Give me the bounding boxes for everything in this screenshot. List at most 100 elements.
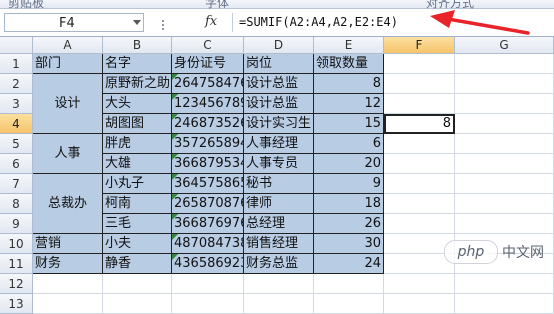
record-id-cell[interactable]: 366879534 xyxy=(172,154,244,174)
empty-cell[interactable] xyxy=(33,294,103,314)
empty-cell[interactable] xyxy=(172,274,244,294)
empty-cell[interactable] xyxy=(384,74,455,94)
row-header-10[interactable]: 10 xyxy=(0,234,33,254)
record-id-cell[interactable]: 246873526 xyxy=(172,114,244,134)
record-qty-cell[interactable]: 6 xyxy=(314,134,384,154)
record-id-cell[interactable]: 265870876 xyxy=(172,194,244,214)
header-cell[interactable]: 领取数量 xyxy=(314,54,384,74)
record-qty-cell[interactable]: 30 xyxy=(314,234,384,254)
column-header-c[interactable]: C xyxy=(172,37,244,54)
record-qty-cell[interactable]: 9 xyxy=(314,174,384,194)
record-name-cell[interactable]: 大雄 xyxy=(103,154,172,174)
row-header-1[interactable]: 1 xyxy=(0,54,33,74)
empty-cell[interactable] xyxy=(455,274,554,294)
empty-cell[interactable] xyxy=(384,174,455,194)
row-header-3[interactable]: 3 xyxy=(0,94,33,114)
dept-cell[interactable]: 营销 xyxy=(33,234,103,254)
select-all-corner[interactable] xyxy=(0,37,33,54)
header-cell[interactable]: 岗位 xyxy=(244,54,314,74)
empty-cell[interactable] xyxy=(384,154,455,174)
empty-cell[interactable] xyxy=(455,134,554,154)
row-header-9[interactable]: 9 xyxy=(0,214,33,234)
empty-cell[interactable] xyxy=(455,54,554,74)
record-post-cell[interactable]: 人事专员 xyxy=(244,154,314,174)
record-name-cell[interactable]: 胡图图 xyxy=(103,114,172,134)
row-header-12[interactable]: 12 xyxy=(0,274,33,294)
header-cell[interactable]: 身份证号 xyxy=(172,54,244,74)
column-header-f[interactable]: F xyxy=(384,37,455,54)
row-header-4[interactable]: 4 xyxy=(0,114,33,134)
row-header-7[interactable]: 7 xyxy=(0,174,33,194)
empty-cell[interactable] xyxy=(384,134,455,154)
record-id-cell[interactable]: 487084738 xyxy=(172,234,244,254)
record-id-cell[interactable]: 436586923 xyxy=(172,254,244,274)
empty-cell[interactable] xyxy=(103,274,172,294)
record-name-cell[interactable]: 大头 xyxy=(103,94,172,114)
record-id-cell[interactable]: 357265894 xyxy=(172,134,244,154)
record-name-cell[interactable]: 柯南 xyxy=(103,194,172,214)
record-name-cell[interactable]: 小夫 xyxy=(103,234,172,254)
record-name-cell[interactable]: 小丸子 xyxy=(103,174,172,194)
empty-cell[interactable] xyxy=(314,294,384,314)
record-post-cell[interactable]: 财务总监 xyxy=(244,254,314,274)
column-header-d[interactable]: D xyxy=(244,37,314,54)
empty-cell[interactable] xyxy=(455,154,554,174)
record-name-cell[interactable]: 静香 xyxy=(103,254,172,274)
active-cell-f4[interactable]: 8 xyxy=(384,114,455,134)
empty-cell[interactable] xyxy=(455,194,554,214)
row-header-2[interactable]: 2 xyxy=(0,74,33,94)
record-qty-cell[interactable]: 12 xyxy=(314,94,384,114)
dept-cell[interactable]: 设计 xyxy=(33,74,103,134)
record-qty-cell[interactable]: 26 xyxy=(314,214,384,234)
record-post-cell[interactable]: 销售经理 xyxy=(244,234,314,254)
column-header-b[interactable]: B xyxy=(103,37,172,54)
row-header-5[interactable]: 5 xyxy=(0,134,33,154)
record-post-cell[interactable]: 设计总监 xyxy=(244,74,314,94)
empty-cell[interactable] xyxy=(244,294,314,314)
record-post-cell[interactable]: 总经理 xyxy=(244,214,314,234)
dept-cell[interactable]: 人事 xyxy=(33,134,103,174)
record-post-cell[interactable]: 人事经理 xyxy=(244,134,314,154)
header-cell[interactable]: 部门 xyxy=(33,54,103,74)
column-header-e[interactable]: E xyxy=(314,37,384,54)
record-qty-cell[interactable]: 8 xyxy=(314,74,384,94)
row-header-8[interactable]: 8 xyxy=(0,194,33,214)
empty-cell[interactable] xyxy=(314,274,384,294)
record-qty-cell[interactable]: 20 xyxy=(314,154,384,174)
record-name-cell[interactable]: 原野新之助 xyxy=(103,74,172,94)
record-post-cell[interactable]: 秘书 xyxy=(244,174,314,194)
header-cell[interactable]: 名字 xyxy=(103,54,172,74)
empty-cell[interactable] xyxy=(172,294,244,314)
column-header-g[interactable]: G xyxy=(455,37,554,54)
record-post-cell[interactable]: 设计总监 xyxy=(244,94,314,114)
empty-cell[interactable] xyxy=(103,294,172,314)
empty-cell[interactable] xyxy=(384,214,455,234)
empty-cell[interactable] xyxy=(33,274,103,294)
row-header-6[interactable]: 6 xyxy=(0,154,33,174)
record-qty-cell[interactable]: 24 xyxy=(314,254,384,274)
record-id-cell[interactable]: 366876976 xyxy=(172,214,244,234)
empty-cell[interactable] xyxy=(244,274,314,294)
empty-cell[interactable] xyxy=(455,74,554,94)
dept-cell[interactable]: 总裁办 xyxy=(33,174,103,234)
empty-cell[interactable] xyxy=(384,274,455,294)
record-qty-cell[interactable]: 18 xyxy=(314,194,384,214)
empty-cell[interactable] xyxy=(455,214,554,234)
empty-cell[interactable] xyxy=(455,294,554,314)
column-header-a[interactable]: A xyxy=(33,37,103,54)
empty-cell[interactable] xyxy=(384,54,455,74)
record-name-cell[interactable]: 胖虎 xyxy=(103,134,172,154)
empty-cell[interactable] xyxy=(455,114,554,134)
record-id-cell[interactable]: 123456789 xyxy=(172,94,244,114)
record-qty-cell[interactable]: 15 xyxy=(314,114,384,134)
empty-cell[interactable] xyxy=(455,94,554,114)
empty-cell[interactable] xyxy=(455,174,554,194)
dept-cell[interactable]: 财务 xyxy=(33,254,103,274)
record-post-cell[interactable]: 律师 xyxy=(244,194,314,214)
record-id-cell[interactable]: 364575865 xyxy=(172,174,244,194)
empty-cell[interactable] xyxy=(384,194,455,214)
record-id-cell[interactable]: 264758476 xyxy=(172,74,244,94)
empty-cell[interactable] xyxy=(384,94,455,114)
row-header-11[interactable]: 11 xyxy=(0,254,33,274)
record-name-cell[interactable]: 三毛 xyxy=(103,214,172,234)
